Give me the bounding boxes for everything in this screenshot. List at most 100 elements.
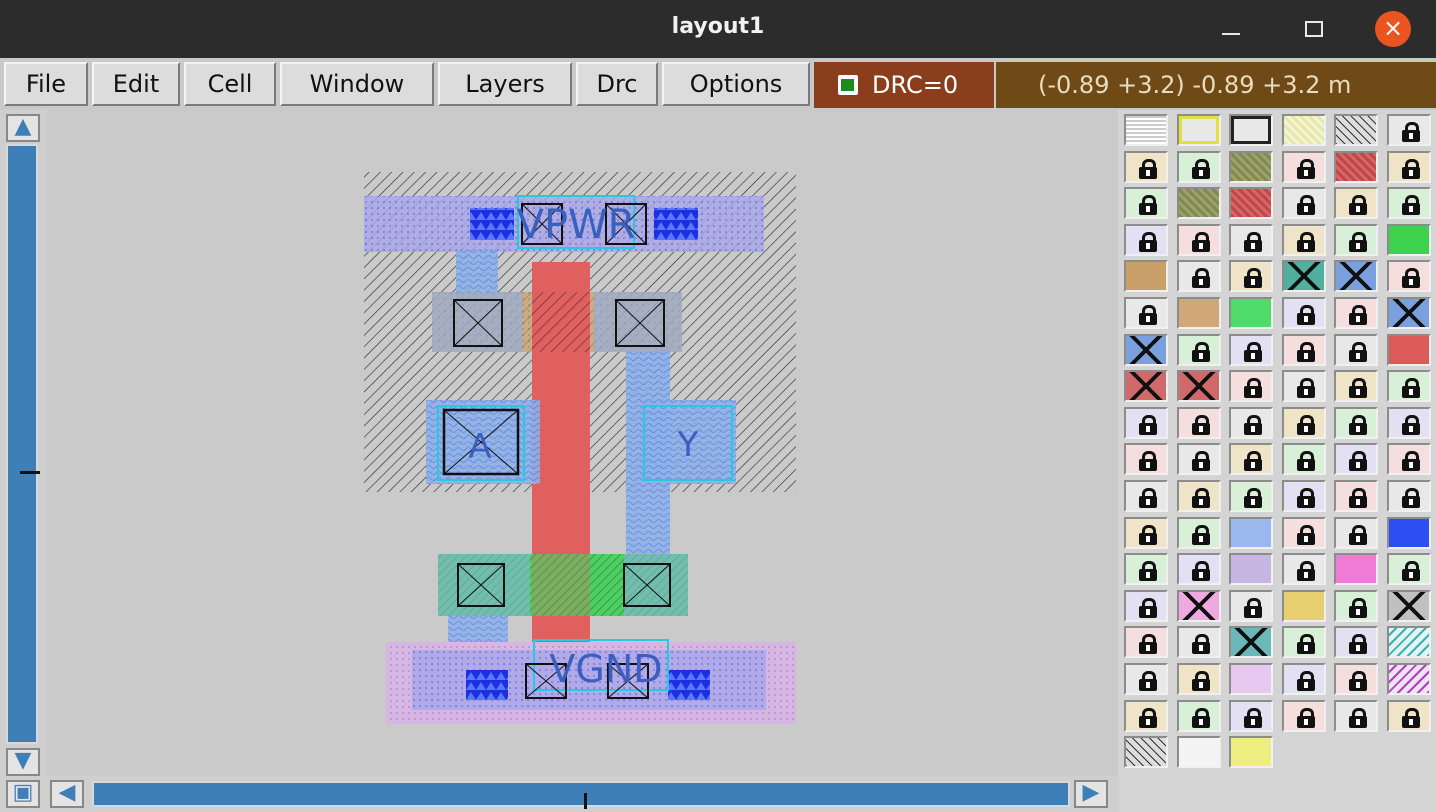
locked-layer-swatch[interactable] (1334, 370, 1378, 403)
locked-layer-swatch[interactable] (1229, 443, 1273, 476)
locked-layer-swatch[interactable] (1334, 333, 1378, 366)
locked-layer-swatch[interactable] (1176, 406, 1221, 439)
locked-layer-swatch[interactable] (1386, 406, 1431, 439)
layer-swatch-hatch-teal[interactable] (1386, 626, 1431, 659)
layer-swatch-cross-green[interactable] (1281, 260, 1326, 293)
locked-layer-swatch[interactable] (1386, 443, 1431, 476)
menu-file[interactable]: File (4, 62, 88, 106)
layer-swatch-dots[interactable] (1124, 114, 1168, 146)
layer-swatch-dots-purple[interactable] (1229, 663, 1273, 695)
menu-edit[interactable]: Edit (92, 62, 180, 106)
locked-layer-swatch[interactable] (1124, 297, 1168, 329)
locked-layer-swatch[interactable] (1176, 480, 1221, 512)
locked-layer-swatch[interactable] (1334, 480, 1378, 512)
locked-layer-swatch[interactable] (1334, 443, 1378, 476)
vertical-scroll-thumb[interactable] (6, 144, 40, 744)
locked-layer-swatch[interactable] (1334, 297, 1378, 329)
layer-swatch-dots-yellow2[interactable] (1229, 736, 1273, 769)
locked-layer-swatch[interactable] (1176, 260, 1221, 293)
locked-layer-swatch[interactable] (1281, 223, 1326, 256)
menu-drc[interactable]: Drc (576, 62, 658, 106)
locked-layer-swatch[interactable] (1334, 516, 1378, 549)
menu-cell[interactable]: Cell (184, 62, 276, 106)
zoom-fit-icon[interactable]: ▣ (6, 780, 40, 808)
locked-layer-swatch[interactable] (1281, 443, 1326, 476)
locked-layer-swatch[interactable] (1124, 516, 1168, 549)
layer-palette[interactable] (1118, 110, 1436, 812)
layer-swatch-dots-white[interactable] (1176, 736, 1221, 769)
locked-layer-swatch[interactable] (1229, 589, 1273, 622)
layer-swatch-cross-blue[interactable] (1334, 260, 1378, 293)
layer-swatch-dots-yellow[interactable] (1281, 589, 1326, 622)
layer-swatch-cross-pink[interactable] (1176, 589, 1221, 622)
locked-layer-swatch[interactable] (1334, 223, 1378, 256)
locked-layer-swatch[interactable] (1176, 699, 1221, 732)
layer-swatch-solid-green[interactable] (1386, 223, 1431, 256)
menu-window[interactable]: Window (280, 62, 434, 106)
arrow-right-icon[interactable]: ▶ (1074, 780, 1108, 808)
locked-layer-swatch[interactable] (1176, 553, 1221, 586)
locked-layer-swatch[interactable] (1281, 663, 1326, 695)
locked-layer-swatch[interactable] (1124, 406, 1168, 439)
vertical-scrollbar[interactable]: ▲ ▼ (0, 110, 46, 780)
locked-layer-swatch[interactable] (1386, 699, 1431, 732)
locked-layer-swatch[interactable] (1386, 114, 1431, 146)
locked-layer-swatch[interactable] (1229, 223, 1273, 256)
locked-layer-swatch[interactable] (1281, 333, 1326, 366)
close-icon[interactable]: × (1375, 11, 1411, 47)
locked-layer-swatch[interactable] (1281, 370, 1326, 403)
locked-layer-swatch[interactable] (1124, 589, 1168, 622)
locked-layer-swatch[interactable] (1229, 406, 1273, 439)
locked-layer-swatch[interactable] (1124, 699, 1168, 732)
layout-canvas[interactable]: VPWR A Y VGND (46, 110, 1118, 776)
locked-layer-swatch[interactable] (1334, 187, 1378, 220)
locked-layer-swatch[interactable] (1229, 699, 1273, 732)
layer-swatch-wave-blue[interactable] (1229, 516, 1273, 549)
layer-swatch-hatch-yellow[interactable] (1281, 114, 1326, 146)
locked-layer-swatch[interactable] (1386, 553, 1431, 586)
layer-swatch-solid-lavender[interactable] (1229, 553, 1273, 586)
locked-layer-swatch[interactable] (1334, 589, 1378, 622)
locked-layer-swatch[interactable] (1124, 187, 1168, 220)
arrow-up-icon[interactable]: ▲ (6, 114, 40, 142)
layer-swatch-hatch-black[interactable] (1334, 114, 1378, 146)
drc-status[interactable]: DRC=0 (814, 62, 994, 108)
locked-layer-swatch[interactable] (1386, 150, 1431, 183)
arrow-left-icon[interactable]: ◀ (50, 780, 84, 808)
locked-layer-swatch[interactable] (1281, 553, 1326, 586)
layer-swatch-hatch-black[interactable] (1124, 736, 1168, 769)
layer-swatch-outline-black[interactable] (1229, 114, 1273, 146)
layer-swatch-hatch-red[interactable] (1229, 187, 1273, 220)
locked-layer-swatch[interactable] (1281, 699, 1326, 732)
layer-swatch-dots-tan[interactable] (1176, 297, 1221, 329)
minimize-icon[interactable] (1214, 13, 1248, 45)
horizontal-scroll-thumb[interactable] (92, 781, 1070, 809)
layer-swatch-cross-gray[interactable] (1386, 589, 1431, 622)
locked-layer-swatch[interactable] (1176, 626, 1221, 659)
layer-swatch-cross-blue[interactable] (1124, 333, 1168, 366)
locked-layer-swatch[interactable] (1176, 516, 1221, 549)
layer-swatch-hatch-red[interactable] (1334, 150, 1378, 183)
locked-layer-swatch[interactable] (1124, 626, 1168, 659)
locked-layer-swatch[interactable] (1281, 150, 1326, 183)
locked-layer-swatch[interactable] (1281, 480, 1326, 512)
locked-layer-swatch[interactable] (1124, 223, 1168, 256)
layer-swatch-tri-blue[interactable] (1386, 516, 1431, 549)
layer-swatch-outline-yellow[interactable] (1176, 114, 1221, 146)
locked-layer-swatch[interactable] (1176, 333, 1221, 366)
locked-layer-swatch[interactable] (1124, 443, 1168, 476)
locked-layer-swatch[interactable] (1281, 187, 1326, 220)
layer-swatch-dots-pink[interactable] (1334, 553, 1378, 586)
locked-layer-swatch[interactable] (1124, 150, 1168, 183)
locked-layer-swatch[interactable] (1334, 406, 1378, 439)
layer-swatch-hatch-olive[interactable] (1229, 150, 1273, 183)
arrow-down-icon[interactable]: ▼ (6, 748, 40, 776)
locked-layer-swatch[interactable] (1229, 260, 1273, 293)
locked-layer-swatch[interactable] (1386, 260, 1431, 293)
locked-layer-swatch[interactable] (1176, 663, 1221, 695)
locked-layer-swatch[interactable] (1176, 443, 1221, 476)
layer-swatch-cross-red[interactable] (1176, 370, 1221, 403)
layer-swatch-hatch-purple[interactable] (1386, 663, 1431, 695)
layer-swatch-cross-red[interactable] (1124, 370, 1168, 403)
locked-layer-swatch[interactable] (1386, 480, 1431, 512)
